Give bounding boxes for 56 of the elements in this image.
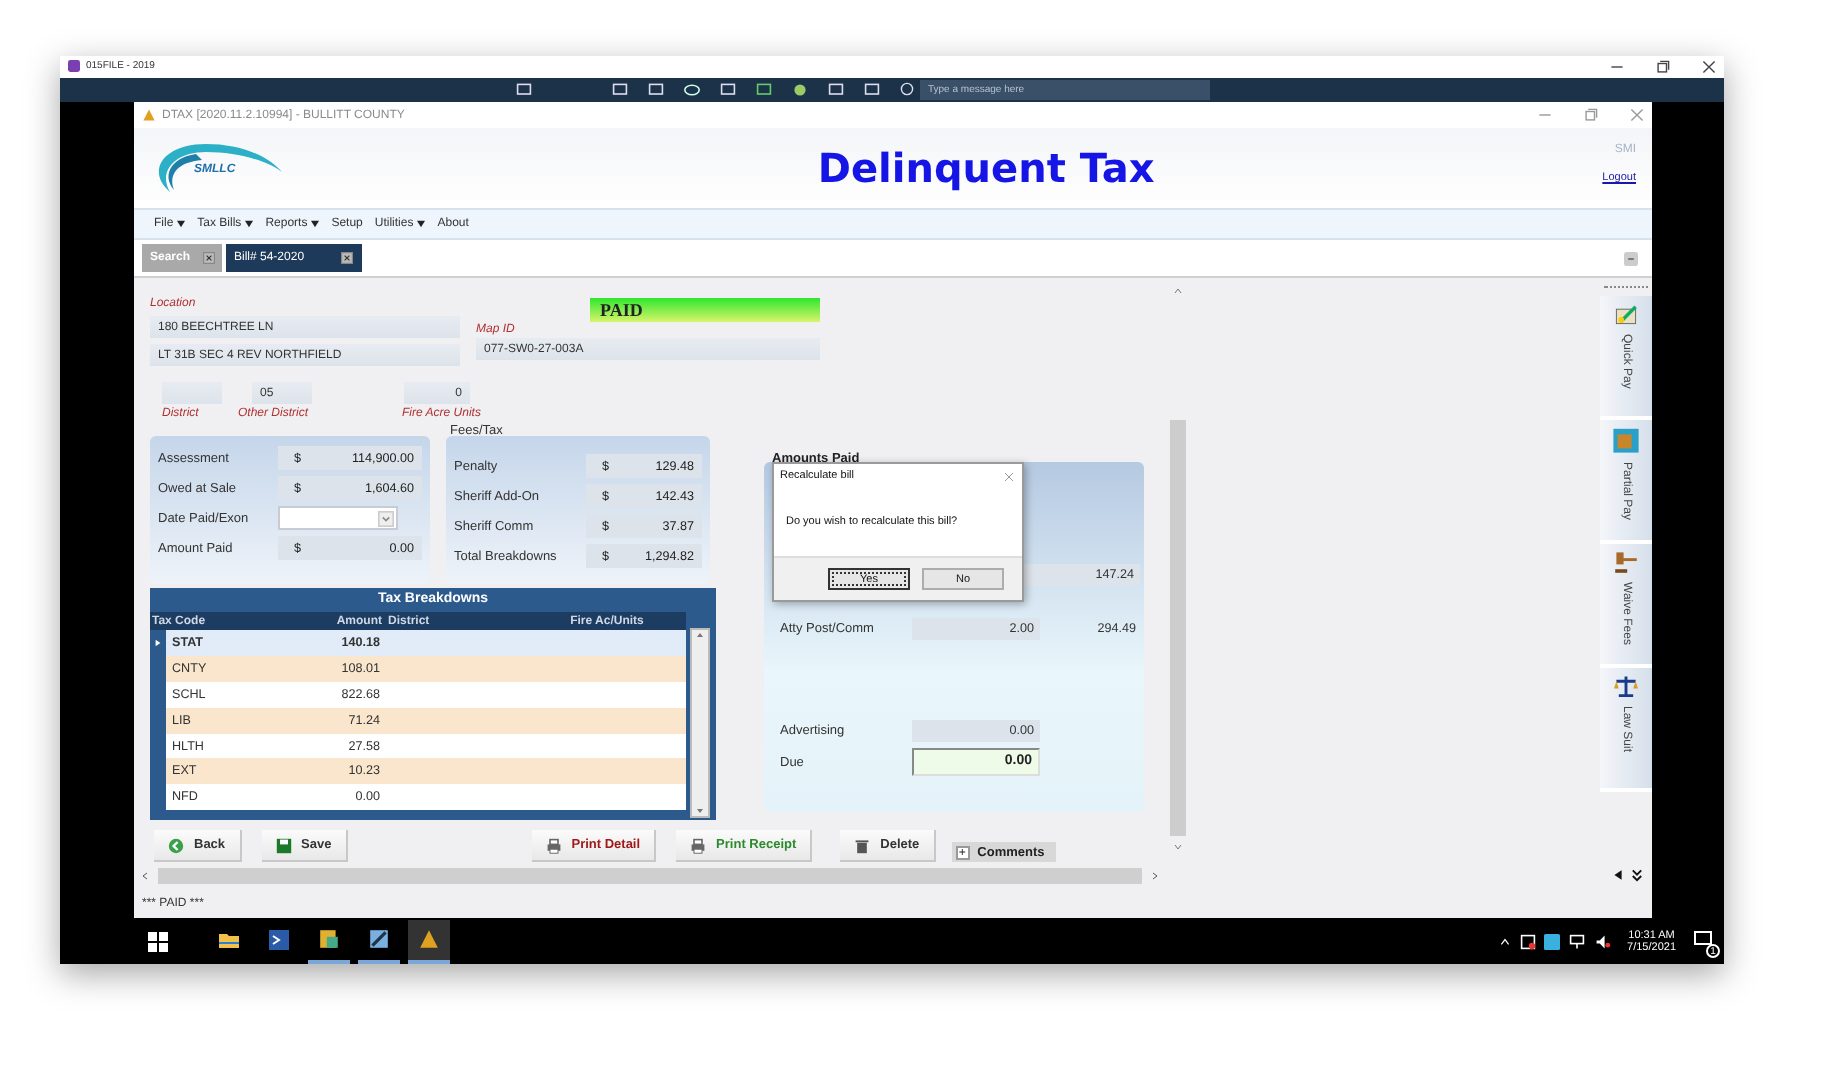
close-icon <box>202 252 217 264</box>
scrollbar-thumb[interactable] <box>1170 420 1186 836</box>
app-icon <box>68 60 80 73</box>
puzzle-box-icon <box>1612 426 1640 454</box>
app-icon <box>418 928 440 950</box>
trash-icon <box>854 837 871 853</box>
caret-icon <box>309 220 320 228</box>
horizontal-scrollbar[interactable] <box>158 867 1142 883</box>
status-badge: PAID <box>590 298 820 322</box>
maximize-icon <box>1584 108 1598 122</box>
close-icon <box>1004 471 1014 481</box>
row-pointer-icon <box>154 637 162 648</box>
close-icon <box>1702 59 1716 74</box>
circle-icon <box>792 81 808 98</box>
maximize-icon <box>1656 59 1670 74</box>
collapse-icon <box>1622 251 1640 265</box>
app-heading: Delinquent Tax <box>815 144 1157 192</box>
caret-icon <box>175 220 186 228</box>
app-icon <box>142 108 156 122</box>
caret-icon <box>415 220 426 228</box>
scroll-left-icon <box>140 869 150 881</box>
notification-icon <box>1692 929 1714 949</box>
speaker-icon <box>1593 933 1612 949</box>
minimize-icon <box>1538 108 1552 122</box>
back-icon <box>168 837 184 853</box>
terminal-icon <box>268 929 290 949</box>
scroll-up-icon <box>1172 286 1184 296</box>
close-icon <box>340 252 354 264</box>
scroll-down-icon <box>694 806 706 816</box>
scroll-right-icon <box>1150 869 1160 881</box>
caret-icon <box>243 220 254 228</box>
scroll-down-icon <box>1172 842 1184 852</box>
printer-icon <box>545 837 562 853</box>
chat-icon <box>900 82 914 97</box>
scroll-up-icon <box>694 630 706 640</box>
gavel-icon <box>1612 550 1640 574</box>
eye-icon <box>684 81 700 98</box>
dropdown-icon <box>378 509 394 527</box>
monitor-icon <box>612 81 628 98</box>
app-icon <box>1543 933 1560 949</box>
pen-note-icon <box>1612 302 1640 326</box>
close-icon <box>1630 108 1644 122</box>
scrollbar[interactable] <box>690 628 710 818</box>
network-icon <box>1567 933 1586 949</box>
windows-logo-icon <box>148 931 168 951</box>
folder-icon <box>218 929 240 949</box>
double-chevron-down-icon <box>1630 867 1644 883</box>
monitor-icon <box>516 81 532 98</box>
date-field[interactable] <box>278 506 398 530</box>
scales-icon <box>1612 674 1640 698</box>
printer-icon <box>690 837 707 853</box>
triangle-left-icon <box>1612 868 1624 882</box>
monitor-icon <box>648 81 664 98</box>
chevron-up-icon <box>1497 935 1512 947</box>
app-icon <box>318 928 340 950</box>
app-icon <box>368 928 390 950</box>
